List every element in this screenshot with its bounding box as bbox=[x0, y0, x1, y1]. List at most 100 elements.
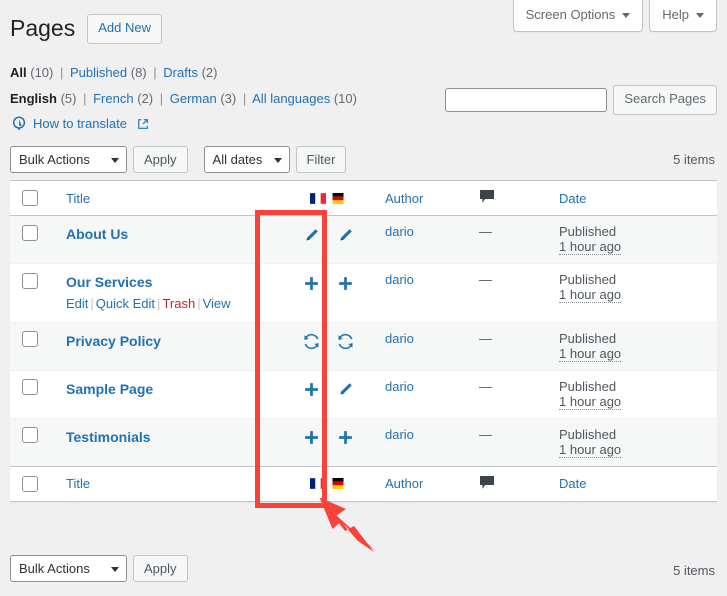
row-date-cell: Published 1 hour ago bbox=[549, 263, 689, 323]
column-header-author: Author bbox=[375, 180, 469, 216]
author-link[interactable]: dario bbox=[385, 379, 414, 394]
author-link[interactable]: dario bbox=[385, 272, 414, 287]
date-relative: 1 hour ago bbox=[559, 441, 622, 458]
page-title-link[interactable]: Testimonials bbox=[66, 429, 151, 445]
translation-action-german[interactable] bbox=[336, 274, 354, 292]
how-to-translate-label: How to translate bbox=[33, 116, 127, 131]
row-action-trash[interactable]: Trash bbox=[162, 296, 195, 311]
status-filter-all[interactable]: All (10) bbox=[10, 65, 57, 80]
how-to-translate-link[interactable]: How to translate bbox=[12, 116, 149, 131]
status-filter-drafts[interactable]: Drafts (2) bbox=[160, 65, 218, 80]
edit-translation-pencil-icon bbox=[306, 228, 318, 240]
language-filter-german-link[interactable]: German bbox=[170, 91, 217, 106]
translation-action-french[interactable] bbox=[302, 381, 320, 399]
row-action-separator: | bbox=[90, 296, 94, 312]
status-filter-published-link[interactable]: Published bbox=[70, 65, 127, 80]
column-header-title[interactable]: Title bbox=[56, 180, 281, 216]
row-date-cell: Published 1 hour ago bbox=[549, 369, 689, 419]
tablenav-top: Bulk Actions Apply All dates Filter bbox=[10, 146, 347, 173]
row-author-cell: dario bbox=[375, 369, 469, 419]
language-filter-english[interactable]: English (5) bbox=[10, 91, 80, 106]
translation-action-french[interactable] bbox=[302, 429, 320, 447]
external-link-icon bbox=[138, 118, 148, 129]
apply-label-bottom: Apply bbox=[144, 561, 177, 576]
column-footer-comments[interactable] bbox=[469, 465, 549, 502]
translation-action-german[interactable] bbox=[336, 333, 354, 351]
select-all-header bbox=[10, 180, 56, 216]
translation-action-german[interactable] bbox=[336, 381, 354, 399]
row-action-view[interactable]: View bbox=[203, 296, 231, 311]
language-filter-all[interactable]: All languages (10) bbox=[249, 91, 357, 106]
column-footer-title[interactable]: Title bbox=[56, 465, 281, 502]
bulk-actions-label-top: Bulk Actions bbox=[19, 152, 90, 167]
row-action-edit[interactable]: Edit bbox=[66, 296, 88, 311]
screen-options-button[interactable]: Screen Options bbox=[512, 0, 644, 33]
annotation-pointer-arrow bbox=[319, 497, 378, 553]
filter-button[interactable]: Filter bbox=[295, 146, 347, 173]
bulk-actions-select-bottom[interactable]: Bulk Actions bbox=[10, 555, 127, 582]
comments-count: — bbox=[479, 224, 492, 239]
row-select-cell bbox=[10, 369, 56, 419]
status-filter-drafts-count: (2) bbox=[201, 65, 218, 80]
search-box: Search Pages bbox=[445, 85, 717, 115]
apply-button-top[interactable]: Apply bbox=[133, 146, 188, 173]
language-filter-french[interactable]: French (2) bbox=[89, 91, 156, 106]
column-header-date[interactable]: Date bbox=[549, 180, 689, 216]
status-filter-all-link[interactable]: All bbox=[10, 65, 27, 80]
add-translation-plus-icon bbox=[304, 383, 318, 397]
wordpress-pages-admin-screen: Screen Options Help Pages Add New All (1… bbox=[0, 0, 727, 596]
row-title-cell: Sample Page bbox=[56, 369, 281, 419]
translation-icon-group bbox=[291, 427, 365, 447]
status-filter-drafts-link[interactable]: Drafts bbox=[163, 65, 198, 80]
row-checkbox[interactable] bbox=[22, 272, 38, 289]
update-translation-sync-icon bbox=[303, 334, 319, 350]
bulk-actions-select-top[interactable]: Bulk Actions bbox=[10, 146, 127, 173]
search-input[interactable] bbox=[445, 87, 608, 112]
language-filter-list: English (5) | French (2) | German (3) | … bbox=[10, 89, 357, 109]
edit-translation-pencil-icon bbox=[340, 383, 352, 395]
author-link[interactable]: dario bbox=[385, 224, 414, 239]
language-filter-all-link[interactable]: All languages bbox=[252, 91, 330, 106]
column-footer-languages bbox=[281, 465, 375, 502]
apply-label-top: Apply bbox=[144, 152, 177, 167]
row-spacer-cell bbox=[689, 369, 717, 419]
date-relative: 1 hour ago bbox=[559, 239, 622, 255]
page-title-link[interactable]: Privacy Policy bbox=[66, 333, 161, 349]
row-checkbox[interactable] bbox=[22, 379, 38, 396]
help-button[interactable]: Help bbox=[649, 0, 717, 33]
row-checkbox[interactable] bbox=[22, 427, 38, 444]
language-filter-german[interactable]: German (3) bbox=[166, 91, 240, 106]
select-all-checkbox-top[interactable] bbox=[22, 190, 38, 207]
row-checkbox[interactable] bbox=[22, 224, 38, 241]
row-checkbox[interactable] bbox=[22, 331, 38, 348]
column-footer-date[interactable]: Date bbox=[549, 465, 689, 502]
row-comments-cell: — bbox=[469, 417, 549, 467]
comments-count: — bbox=[479, 272, 492, 287]
author-link[interactable]: dario bbox=[385, 331, 414, 346]
page-title-link[interactable]: Our Services bbox=[66, 274, 152, 290]
select-all-checkbox-bottom[interactable] bbox=[22, 476, 38, 493]
apply-button-bottom[interactable]: Apply bbox=[133, 555, 188, 582]
translation-action-french[interactable] bbox=[302, 274, 320, 292]
row-author-cell: dario bbox=[375, 216, 469, 264]
status-filter-published[interactable]: Published (8) bbox=[66, 65, 150, 80]
search-pages-button[interactable]: Search Pages bbox=[613, 85, 717, 115]
translation-action-french[interactable] bbox=[302, 226, 320, 244]
column-header-comments[interactable] bbox=[469, 180, 549, 216]
wpml-globe-icon bbox=[12, 116, 26, 130]
row-action-quick-edit[interactable]: Quick Edit bbox=[96, 296, 155, 311]
author-link[interactable]: dario bbox=[385, 427, 414, 442]
page-title-link[interactable]: Sample Page bbox=[66, 381, 153, 397]
tablenav-bottom: Bulk Actions Apply bbox=[10, 555, 188, 582]
translation-action-french[interactable] bbox=[302, 333, 320, 351]
language-flag-footers bbox=[291, 478, 365, 490]
date-filter-select[interactable]: All dates bbox=[203, 146, 290, 173]
translation-action-german[interactable] bbox=[336, 226, 354, 244]
language-filter-french-link[interactable]: French bbox=[93, 91, 133, 106]
filter-separator: | bbox=[242, 91, 247, 106]
row-author-cell: dario bbox=[375, 417, 469, 467]
page-title-link[interactable]: About Us bbox=[66, 226, 128, 242]
language-filter-english-link[interactable]: English bbox=[10, 91, 57, 106]
add-new-button[interactable]: Add New bbox=[87, 14, 162, 44]
translation-action-german[interactable] bbox=[336, 429, 354, 447]
